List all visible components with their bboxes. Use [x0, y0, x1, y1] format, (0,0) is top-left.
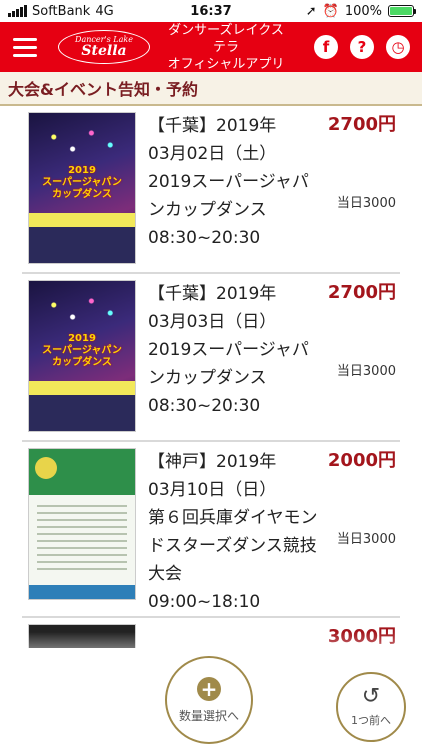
- carrier-name: SoftBank: [32, 3, 91, 19]
- event-item[interactable]: 2019 スーパージャパン カップダンス 【千葉】2019年 03月02日（土）…: [22, 106, 400, 274]
- back-button[interactable]: ↺ 1つ前へ: [336, 672, 406, 742]
- event-name-line2: ンカップダンス: [148, 200, 267, 220]
- event-name-line1: 2019スーパージャパ: [148, 340, 309, 360]
- event-date: 03月02日（土）: [148, 144, 277, 164]
- event-poster: 2019 スーパージャパン カップダンス: [28, 280, 136, 432]
- event-item[interactable]: 2019 スーパージャパン カップダンス 【千葉】2019年 03月03日（日）…: [22, 274, 400, 442]
- app-title-line2: オフィシャルアプリ: [167, 56, 285, 72]
- event-name-line3: 大会: [148, 564, 182, 584]
- poster-title-3: カップダンス: [52, 189, 112, 200]
- event-name-line2: ドスターズダンス競技: [148, 536, 317, 556]
- advance-price: 2700円: [327, 114, 396, 135]
- door-price: 当日3000: [336, 364, 396, 379]
- poster-title-2: スーパージャパン: [42, 177, 122, 188]
- location-icon: ➚: [305, 3, 317, 19]
- event-name-line2: ンカップダンス: [148, 368, 267, 388]
- alarm-icon: ⏰: [322, 3, 339, 19]
- event-name-line1: 2019スーパージャパ: [148, 172, 309, 192]
- event-hours: 09:00~18:10: [148, 592, 261, 612]
- advance-price: 2000円: [327, 450, 396, 471]
- event-hours: 08:30~20:30: [148, 228, 261, 248]
- event-item[interactable]: 【神戸】2019年 03月10日（日） 第６回兵庫ダイヤモン ドスターズダンス競…: [22, 442, 400, 618]
- event-list: 2019 スーパージャパン カップダンス 【千葉】2019年 03月02日（土）…: [22, 106, 400, 648]
- network-type: 4G: [95, 3, 114, 19]
- app-title-line1: ダンサーズレイクステラ: [168, 22, 284, 55]
- header-icons: f ? ◷: [314, 35, 410, 59]
- menu-icon[interactable]: [0, 22, 50, 72]
- door-price: 当日3000: [336, 532, 396, 547]
- advance-price: 2700円: [327, 282, 396, 303]
- event-description: 【千葉】2019年 03月02日（土） 2019スーパージャパ ンカップダンス …: [148, 112, 328, 252]
- back-icon: ↺: [361, 684, 381, 709]
- battery-percent: 100%: [344, 3, 382, 19]
- event-hours: 08:30~20:30: [148, 396, 261, 416]
- poster-title-1: 2019: [68, 333, 96, 344]
- event-date: 03月10日（日）: [148, 480, 277, 500]
- app-logo[interactable]: Dancer's Lake Stella: [58, 30, 150, 64]
- page-title: 大会&イベント告知・予約: [0, 72, 422, 106]
- app-title: ダンサーズレイクステラ オフィシャルアプリ: [162, 22, 290, 73]
- quantity-select-label: 数量選択へ: [178, 708, 239, 723]
- event-venue-year: 【千葉】2019年: [148, 284, 277, 304]
- quantity-select-button[interactable]: + 数量選択へ: [165, 656, 253, 744]
- signal-icon: [8, 5, 27, 17]
- status-bar: SoftBank 4G 16:37 ➚ ⏰ 100%: [0, 0, 422, 22]
- plus-icon: +: [197, 676, 221, 701]
- facebook-icon[interactable]: f: [314, 35, 338, 59]
- door-price: 当日3000: [336, 196, 396, 211]
- status-left: SoftBank 4G: [8, 4, 306, 19]
- battery-icon: [388, 5, 416, 17]
- poster-title-3: カップダンス: [52, 357, 112, 368]
- event-description: 【千葉】2019年 03月03日（日） 2019スーパージャパ ンカップダンス …: [148, 280, 328, 420]
- event-date: 03月03日（日）: [148, 312, 277, 332]
- back-label: 1つ前へ: [351, 714, 391, 727]
- status-right: ➚ ⏰ 100%: [305, 3, 416, 19]
- event-name-line1: 第６回兵庫ダイヤモン: [148, 508, 318, 528]
- event-poster: [28, 448, 136, 600]
- event-venue-year: 【神戸】2019年: [148, 452, 277, 472]
- event-description: 【神戸】2019年 03月10日（日） 第６回兵庫ダイヤモン ドスターズダンス競…: [148, 448, 328, 616]
- logo-title: Stella: [81, 43, 127, 59]
- event-poster: 2019 スーパージャパン カップダンス: [28, 112, 136, 264]
- event-venue-year: 【千葉】2019年: [148, 116, 277, 136]
- poster-title-1: 2019: [68, 165, 96, 176]
- help-icon[interactable]: ?: [350, 35, 374, 59]
- clock-icon[interactable]: ◷: [386, 35, 410, 59]
- poster-title-2: スーパージャパン: [42, 345, 122, 356]
- app-header: Dancer's Lake Stella ダンサーズレイクステラ オフィシャルア…: [0, 22, 422, 72]
